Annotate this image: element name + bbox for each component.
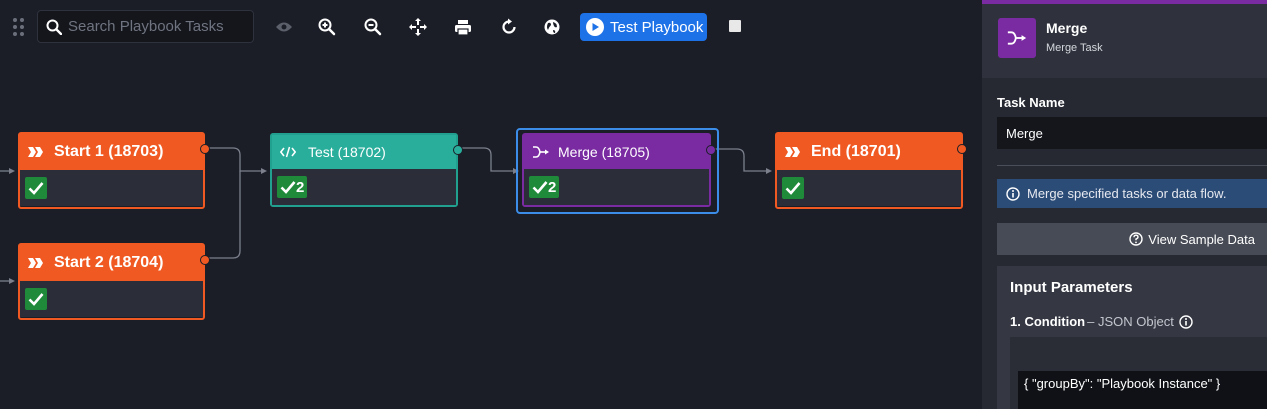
condition-type: – JSON Object [1087,314,1174,329]
condition-label: 1. Condition [1010,314,1086,329]
help-icon [1129,232,1143,246]
task-details-panel: Merge Merge Task Task Name Merge specifi… [982,0,1267,409]
merge-icon [533,146,549,158]
node-title: Start 2 (18704) [54,254,164,271]
panel-title: Merge [1046,20,1088,36]
divider [997,165,1267,166]
condition-editor: { "groupBy": "Playbook Instance" } [1010,337,1267,409]
playbook-editor: Test Playbook Start 1 (18703) [0,0,1267,409]
code-icon [280,146,296,158]
task-node-end[interactable]: End (18701) [775,132,967,209]
info-icon[interactable] [1179,314,1193,329]
task-node-start-1[interactable]: Start 1 (18703) [18,132,210,209]
start-icon [28,147,43,157]
output-port[interactable] [200,255,210,265]
condition-row: 1. Condition – JSON Object [1010,314,1193,329]
checkmark-icon [785,182,801,195]
start-icon [28,258,43,268]
info-banner: Merge specified tasks or data flow. [997,179,1267,208]
checkmark-icon [532,181,548,194]
end-icon [785,147,800,157]
task-name-input[interactable] [997,117,1267,149]
view-sample-data-button[interactable]: View Sample Data [997,223,1267,255]
panel-header: Merge Merge Task [982,4,1267,78]
node-title: Merge (18705) [558,144,650,160]
output-port[interactable] [453,145,463,155]
status-count: 2 [296,178,305,196]
input-parameters-title: Input Parameters [1010,279,1133,296]
merge-icon [998,18,1036,58]
node-title: End (18701) [811,143,901,160]
task-node-test[interactable]: Test (18702) 2 [270,133,463,207]
status-badge [25,288,47,310]
output-port[interactable] [957,144,967,154]
checkmark-icon [28,293,44,306]
panel-subtitle: Merge Task [1046,42,1103,54]
input-parameters-section: Input Parameters 1. Condition – JSON Obj… [997,266,1267,409]
checkmark-icon [280,181,296,194]
status-badge [25,177,47,199]
status-badge [782,177,804,199]
task-name-label: Task Name [997,95,1065,110]
node-title: Start 1 (18703) [54,143,164,160]
info-text: Merge specified tasks or data flow. [1027,186,1227,201]
condition-json-value[interactable]: { "groupBy": "Playbook Instance" } [1018,371,1267,409]
view-sample-data-label: View Sample Data [1148,231,1255,247]
output-port[interactable] [200,144,210,154]
info-icon [1006,186,1020,201]
task-node-start-2[interactable]: Start 2 (18704) [18,243,210,320]
checkmark-icon [28,182,44,195]
status-badge: 2 [529,176,560,198]
status-badge: 2 [277,176,308,198]
task-node-merge[interactable]: Merge (18705) 2 [522,133,716,207]
output-port[interactable] [706,145,716,155]
node-title: Test (18702) [308,144,386,160]
status-count: 2 [548,178,557,196]
